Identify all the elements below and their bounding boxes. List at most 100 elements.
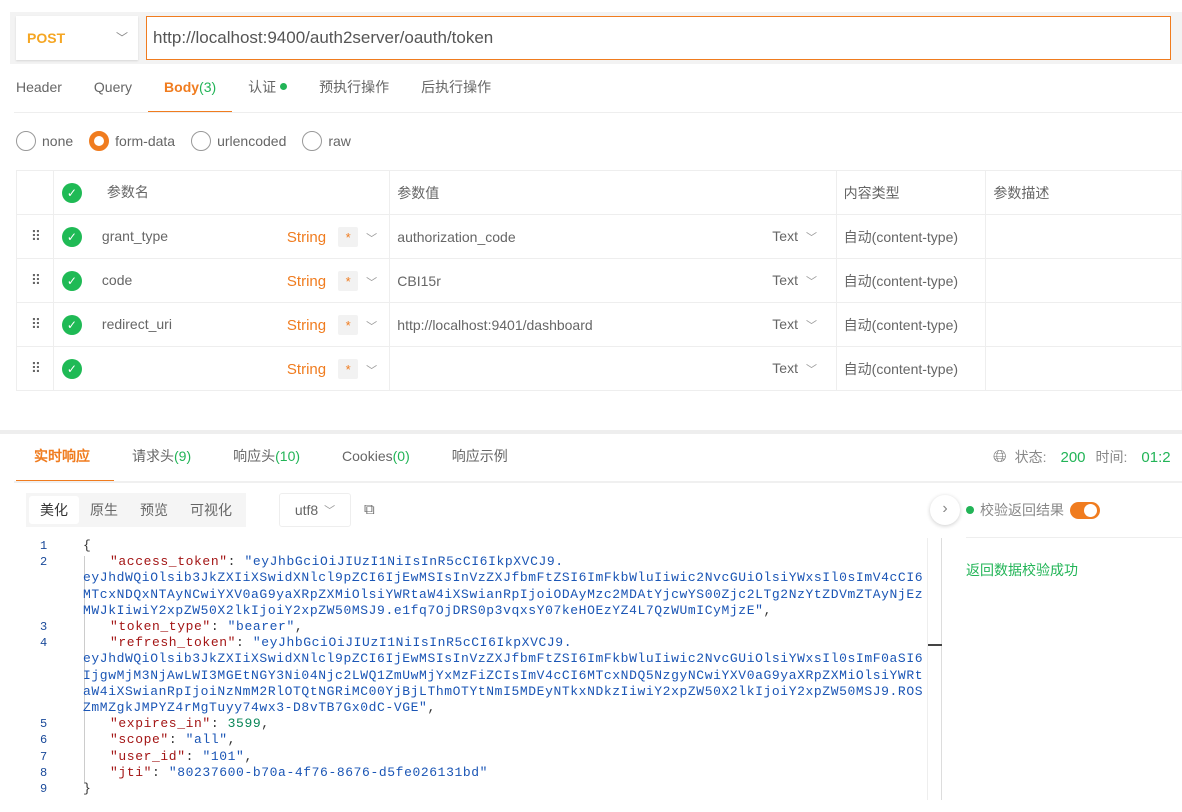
radio-circle-icon bbox=[16, 131, 36, 151]
drag-handle-icon[interactable]: ⠿ bbox=[16, 302, 54, 347]
url-input[interactable]: http://localhost:9400/auth2server/oauth/… bbox=[146, 16, 1171, 60]
content-type[interactable]: 自动(content-type) bbox=[835, 346, 987, 391]
view-mode-0[interactable]: 美化 bbox=[29, 496, 79, 524]
table-row: ⠿ ✓ redirect_uri String * ﹀ http://localhos… bbox=[16, 302, 1182, 347]
param-desc[interactable] bbox=[985, 346, 1182, 391]
scrollbar[interactable] bbox=[927, 538, 942, 800]
param-value: CBI15r bbox=[397, 272, 441, 289]
param-value-cell[interactable]: CBI15r Text ﹀ bbox=[389, 258, 837, 303]
line-number: 1 bbox=[40, 539, 48, 553]
response-tab-3[interactable]: Cookies(0) bbox=[324, 436, 434, 482]
tab-label: 响应示例 bbox=[451, 448, 508, 464]
param-desc[interactable] bbox=[985, 302, 1182, 347]
encoding-select[interactable]: utf8 ﹀ bbox=[279, 493, 351, 527]
tab-5[interactable]: 后执行操作 bbox=[405, 70, 507, 114]
radio-raw[interactable]: raw bbox=[302, 131, 351, 151]
table-row: ⠿ ✓ String * ﹀ Text ﹀ 自动(content-type) bbox=[16, 346, 1182, 391]
tab-label: 请求头 bbox=[132, 448, 174, 464]
code-line: 8 "jti": "80237600-b70a-4f76-8676-d5fe026… bbox=[0, 765, 928, 781]
tab-label: 预执行操作 bbox=[319, 79, 390, 95]
method-select[interactable]: POST ﹀ bbox=[16, 16, 138, 60]
value-type-select[interactable]: Text ﹀ bbox=[772, 360, 817, 377]
request-tabs: Header Query Body(3) 认证 预执行操作 后执行操作 bbox=[0, 70, 507, 114]
view-mode-2[interactable]: 预览 bbox=[129, 496, 179, 524]
code-text: "refresh_token": "eyJhbGciOiJIUzI1NiIsIn… bbox=[83, 635, 924, 716]
row-checkbox[interactable]: ✓ bbox=[61, 314, 82, 335]
content-type[interactable]: 自动(content-type) bbox=[835, 302, 987, 347]
tab-label: Header bbox=[16, 79, 62, 95]
param-desc[interactable] bbox=[985, 214, 1182, 259]
value-type-select[interactable]: Text ﹀ bbox=[772, 316, 817, 333]
tab-3[interactable]: 认证 bbox=[232, 70, 303, 114]
param-value-cell[interactable]: Text ﹀ bbox=[389, 346, 837, 391]
param-name[interactable]: redirect_uri bbox=[102, 316, 172, 332]
tab-0[interactable]: Header bbox=[0, 70, 78, 114]
header-label: 参数名 bbox=[106, 184, 149, 200]
tab-count: (10) bbox=[275, 448, 301, 464]
verify-toggle-row: 校验返回结果 bbox=[966, 500, 1100, 520]
chevron-down-icon: ﹀ bbox=[324, 505, 336, 517]
response-body[interactable]: 1{2 "access_token": "eyJhbGciOiJIUzI1NiIs… bbox=[0, 538, 928, 797]
line-number: 6 bbox=[40, 733, 48, 748]
param-type[interactable]: String * ﹀ bbox=[287, 227, 377, 247]
code-line: 4 "refresh_token": "eyJhbGciOiJIUzI1NiIsI… bbox=[0, 635, 928, 716]
line-number: 4 bbox=[40, 636, 48, 651]
header-value: 参数值 bbox=[389, 170, 837, 215]
response-tab-1[interactable]: 请求头(9) bbox=[114, 436, 215, 482]
param-name-cell: ✓ redirect_uri String * ﹀ bbox=[52, 302, 391, 347]
row-checkbox[interactable]: ✓ bbox=[61, 358, 82, 379]
value-type: Text bbox=[772, 228, 798, 244]
verify-toggle[interactable] bbox=[1070, 501, 1100, 519]
chevron-down-icon: ﹀ bbox=[366, 277, 378, 289]
param-value-cell[interactable]: authorization_code Text ﹀ bbox=[389, 214, 837, 259]
time-value: 01:2 bbox=[1141, 448, 1171, 466]
body-type-radios: none form-data urlencoded raw bbox=[16, 131, 367, 151]
copy-icon[interactable]: ⧉ bbox=[364, 501, 375, 518]
chevron-down-icon: ﹀ bbox=[805, 364, 817, 376]
value-type: Text bbox=[772, 316, 798, 332]
required-toggle[interactable]: * bbox=[338, 271, 359, 291]
row-checkbox[interactable]: ✓ bbox=[61, 226, 82, 247]
select-all-checkbox[interactable]: ✓ bbox=[61, 183, 82, 203]
required-toggle[interactable]: * bbox=[338, 227, 359, 247]
radio-form-data[interactable]: form-data bbox=[89, 131, 175, 151]
tab-1[interactable]: Query bbox=[78, 70, 148, 114]
tab-2[interactable]: Body(3) bbox=[148, 70, 233, 114]
required-toggle[interactable]: * bbox=[338, 315, 359, 335]
tab-4[interactable]: 预执行操作 bbox=[303, 70, 405, 114]
radio-urlencoded[interactable]: urlencoded bbox=[191, 131, 286, 151]
radio-none[interactable]: none bbox=[16, 131, 73, 151]
radio-circle-icon bbox=[89, 131, 110, 151]
row-checkbox[interactable]: ✓ bbox=[61, 270, 82, 291]
param-value: authorization_code bbox=[397, 228, 516, 245]
drag-handle-icon[interactable]: ⠿ bbox=[16, 346, 54, 391]
code-text: "scope": "all", bbox=[110, 732, 237, 748]
drag-handle-icon[interactable]: ⠿ bbox=[16, 258, 54, 303]
response-tab-2[interactable]: 响应头(10) bbox=[215, 436, 324, 482]
value-type-select[interactable]: Text ﹀ bbox=[772, 272, 817, 289]
drag-handle-icon[interactable]: ⠿ bbox=[16, 214, 54, 259]
response-tab-4[interactable]: 响应示例 bbox=[434, 436, 532, 482]
param-value-cell[interactable]: http://localhost:9401/dashboard Text ﹀ bbox=[389, 302, 837, 347]
response-tab-0[interactable]: 实时响应 bbox=[16, 436, 114, 482]
param-desc[interactable] bbox=[985, 258, 1182, 303]
param-type[interactable]: String * ﹀ bbox=[287, 359, 377, 379]
view-mode-3[interactable]: 可视化 bbox=[179, 496, 243, 524]
globe-icon[interactable]: 🌐︎ bbox=[993, 447, 1007, 467]
param-name[interactable]: grant_type bbox=[102, 228, 168, 244]
type-label: String bbox=[286, 273, 327, 290]
verify-result: 返回数据校验成功 bbox=[966, 562, 1078, 578]
param-value: http://localhost:9401/dashboard bbox=[397, 316, 593, 333]
content-type[interactable]: 自动(content-type) bbox=[835, 258, 987, 303]
code-line: 9} bbox=[0, 781, 928, 797]
required-toggle[interactable]: * bbox=[338, 359, 359, 379]
param-type[interactable]: String * ﹀ bbox=[287, 315, 377, 335]
value-type-select[interactable]: Text ﹀ bbox=[772, 228, 817, 245]
param-type[interactable]: String * ﹀ bbox=[287, 271, 377, 291]
chevron-right-icon[interactable]: › bbox=[930, 495, 960, 525]
param-name[interactable]: code bbox=[102, 272, 132, 288]
view-mode-1[interactable]: 原生 bbox=[79, 496, 129, 524]
tab-label: 后执行操作 bbox=[421, 79, 492, 95]
time-label: 时间: bbox=[1095, 449, 1128, 465]
content-type[interactable]: 自动(content-type) bbox=[835, 214, 987, 259]
